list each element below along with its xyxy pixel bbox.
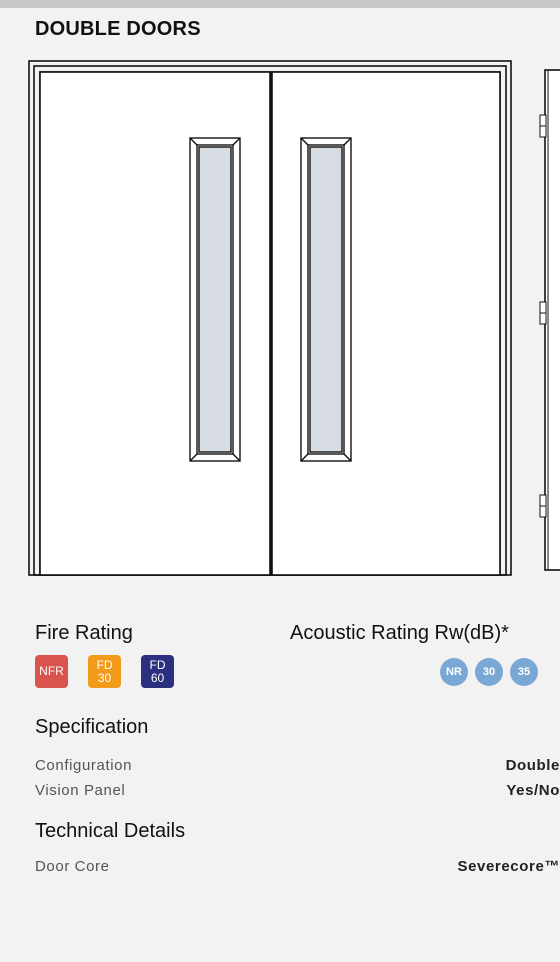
acoustic-badge-nr: NR — [440, 658, 468, 686]
spec-value-vision-panel: Yes/No — [506, 782, 560, 799]
acoustic-badge-30: 30 — [475, 658, 503, 686]
right-vision-panel — [300, 137, 352, 462]
fire-badge-fd60: FD 60 — [141, 655, 174, 688]
spec-label-vision-panel: Vision Panel — [35, 782, 126, 799]
fire-badge-fd30: FD 30 — [88, 655, 121, 688]
top-divider — [0, 0, 560, 8]
double-door-drawing — [28, 60, 560, 576]
acoustic-badge-35: 35 — [510, 658, 538, 686]
spec-label-configuration: Configuration — [35, 757, 133, 774]
tech-value-door-core: Severecore™ — [457, 858, 560, 875]
left-vision-panel — [189, 137, 241, 462]
spec-value-configuration: Double — [505, 757, 560, 774]
tech-label-door-core: Door Core — [35, 858, 110, 875]
door-side-view — [544, 69, 560, 571]
fire-badge-nfr: NFR — [35, 655, 68, 688]
technical-details-heading: Technical Details — [35, 820, 186, 842]
acoustic-rating-label: Acoustic Rating Rw(dB)* — [290, 622, 509, 644]
page-title: DOUBLE DOORS — [35, 18, 201, 40]
fire-rating-label: Fire Rating — [35, 622, 133, 644]
door-leaves — [39, 71, 501, 576]
specification-heading: Specification — [35, 716, 149, 738]
